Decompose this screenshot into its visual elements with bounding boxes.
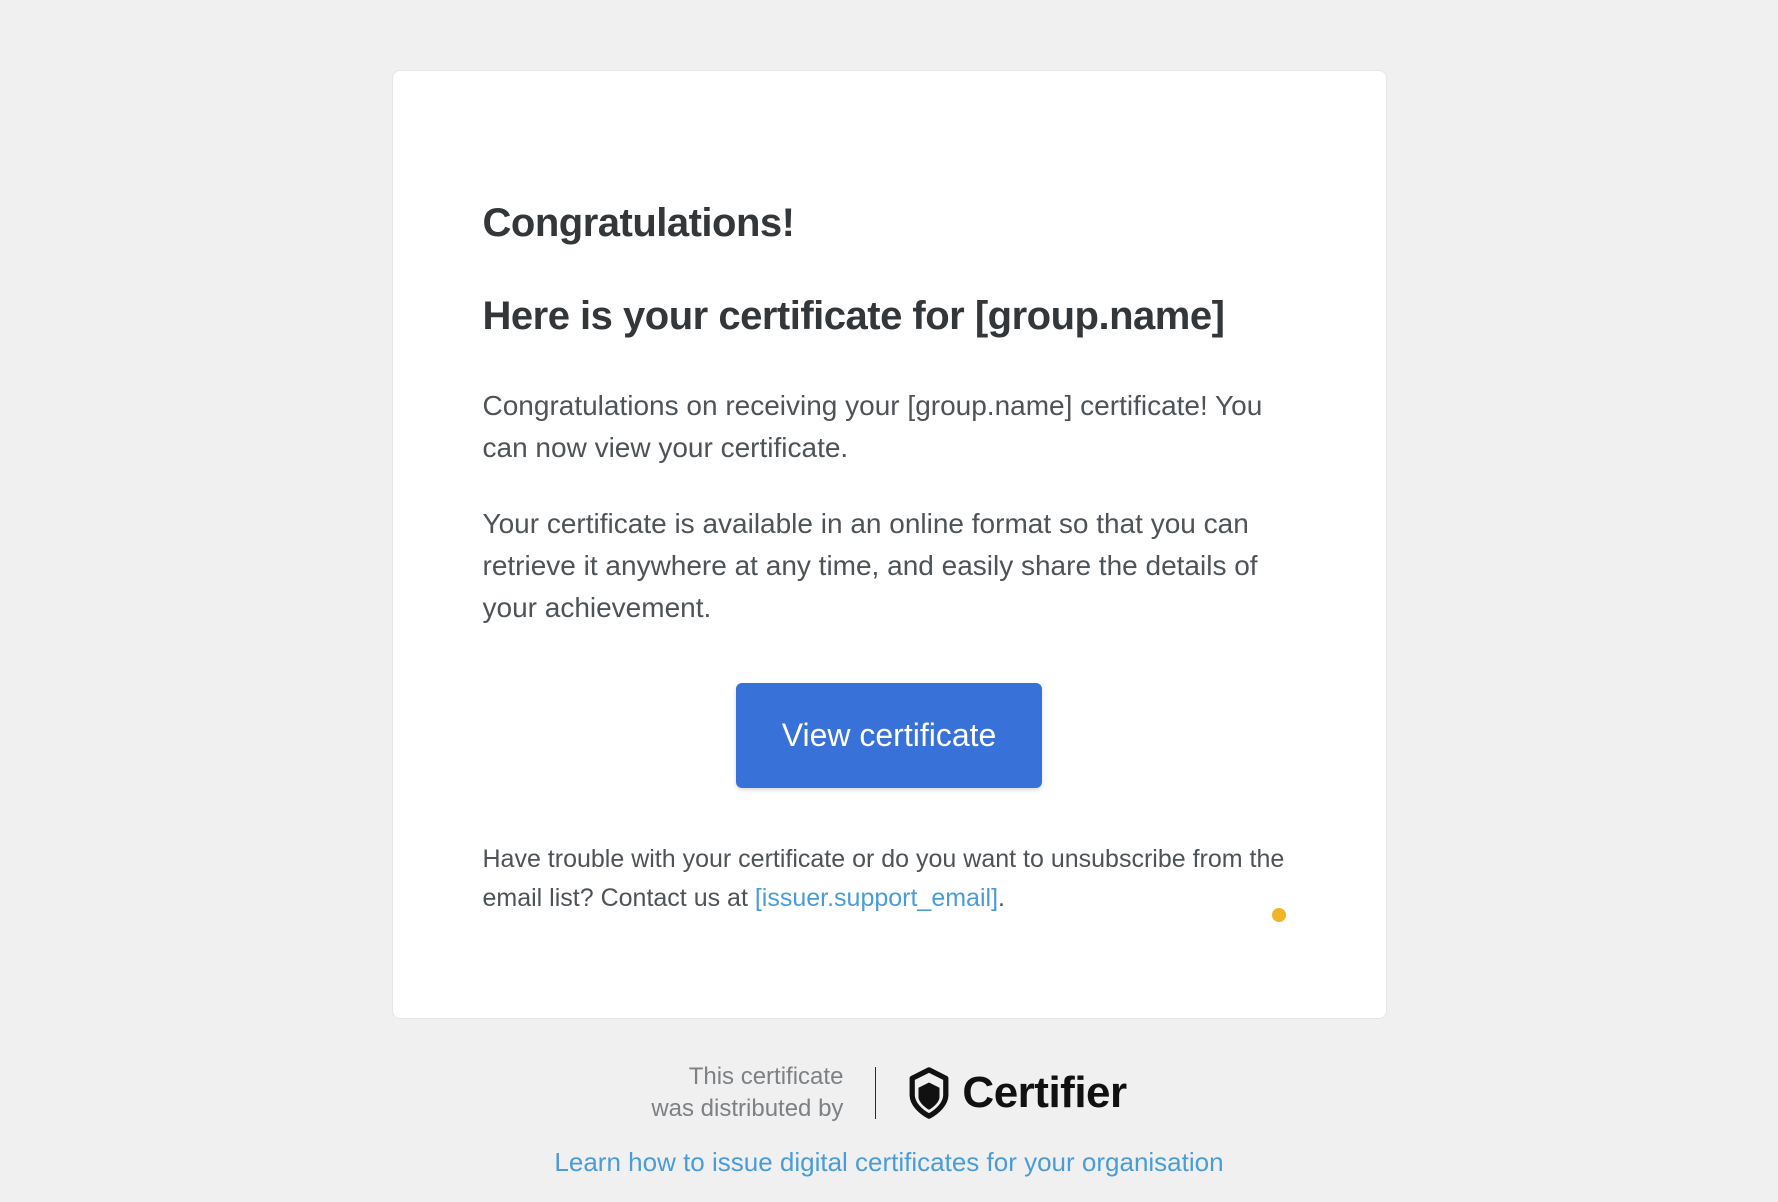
footer: This certificate was distributed by Cert… [554, 1061, 1223, 1179]
vertical-divider [875, 1067, 876, 1119]
distributed-line-2: was distributed by [651, 1095, 843, 1122]
learn-more-link[interactable]: Learn how to issue digital certificates … [554, 1147, 1223, 1178]
email-card: Congratulations! Here is your certificat… [392, 70, 1387, 1019]
page-container: Congratulations! Here is your certificat… [0, 0, 1778, 1178]
brand-name-text: Certifier [962, 1068, 1126, 1118]
support-email-link[interactable]: [issuer.support_email] [755, 884, 998, 912]
availability-paragraph: Your certificate is available in an onli… [483, 503, 1296, 629]
distributed-line-1: This certificate [689, 1063, 844, 1090]
certifier-logo: Certifier [908, 1067, 1126, 1119]
view-certificate-button[interactable]: View certificate [736, 683, 1043, 788]
certificate-heading: Here is your certificate for [group.name… [483, 294, 1296, 339]
certifier-logo-icon [908, 1067, 950, 1119]
intro-paragraph: Congratulations on receiving your [group… [483, 385, 1296, 469]
help-text: Have trouble with your certificate or do… [483, 840, 1296, 918]
congratulations-heading: Congratulations! [483, 201, 1296, 246]
help-text-suffix: . [998, 884, 1005, 912]
distributed-row: This certificate was distributed by Cert… [651, 1061, 1126, 1126]
button-wrapper: View certificate [483, 683, 1296, 788]
distributed-by-text: This certificate was distributed by [651, 1061, 843, 1126]
notification-dot-icon [1272, 908, 1286, 922]
